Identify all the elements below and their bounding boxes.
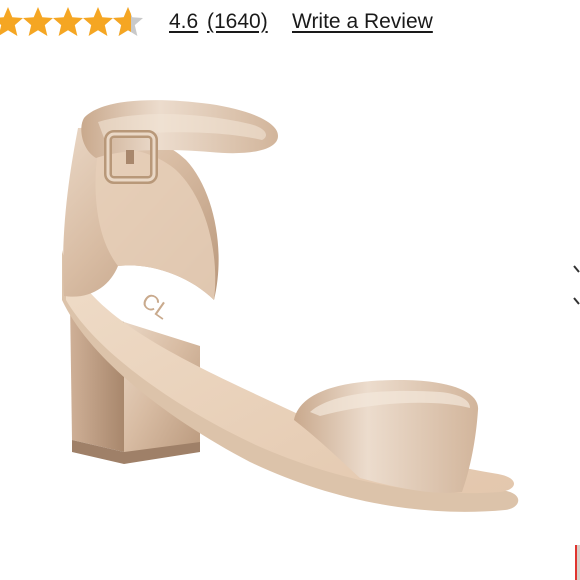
rating-score-link[interactable]: 4.6: [169, 10, 198, 34]
sandal-image[interactable]: CL: [0, 60, 580, 580]
star-icon: [53, 7, 83, 36]
star-rating[interactable]: [0, 6, 144, 38]
heel-counter: [63, 127, 219, 300]
write-review-link[interactable]: Write a Review: [292, 10, 433, 34]
rating-bar: 4.6 (1640) Write a Review: [0, 0, 580, 46]
star-icon: [83, 7, 113, 36]
chevron-right-icon[interactable]: [572, 258, 580, 312]
half-star-icon: [113, 7, 143, 36]
star-icon: [0, 7, 23, 36]
star-icon: [23, 7, 53, 36]
brand-imprint: CL: [137, 288, 174, 325]
edge-strip: [575, 545, 580, 580]
review-count-link[interactable]: (1640): [207, 10, 268, 34]
